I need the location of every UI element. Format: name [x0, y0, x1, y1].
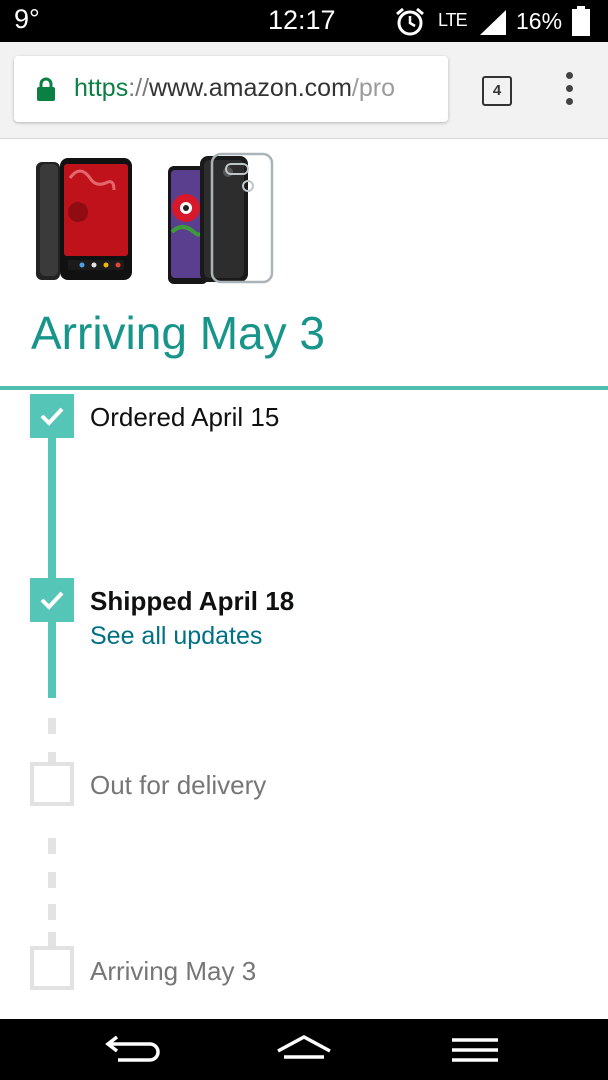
browser-toolbar: https://www.amazon.com/pro 4	[0, 42, 608, 139]
progress-track-complete	[48, 430, 56, 698]
alarm-icon	[396, 7, 424, 36]
signal-icon	[480, 10, 506, 35]
step-arriving-label: Arriving May 3	[90, 956, 257, 986]
recents-menu-icon[interactable]	[450, 1037, 500, 1063]
temperature: 9°	[14, 4, 40, 34]
tab-switcher-button[interactable]: 4	[482, 76, 512, 106]
step-out-for-delivery-label: Out for delivery	[90, 770, 267, 800]
battery-percent: 16%	[516, 8, 563, 34]
menu-dot-icon	[566, 98, 573, 105]
home-icon[interactable]	[274, 1033, 334, 1067]
progress-divider	[0, 386, 608, 390]
network-type: LTE	[438, 10, 468, 30]
arrival-heading: Arriving May 3	[31, 307, 325, 359]
checkmark-icon	[40, 591, 64, 610]
step-ordered-checkbox	[30, 394, 74, 438]
see-all-updates-link[interactable]: See all updates	[90, 622, 262, 651]
overflow-menu-button[interactable]	[560, 72, 578, 108]
step-shipped-label: Shipped April 18	[90, 586, 295, 616]
progress-track-dash	[48, 838, 56, 854]
battery-icon	[572, 6, 590, 36]
product-image-case[interactable]	[166, 152, 276, 286]
back-icon[interactable]	[104, 1035, 162, 1065]
lock-icon	[37, 77, 55, 101]
address-bar[interactable]: https://www.amazon.com/pro	[14, 56, 448, 122]
menu-dot-icon	[566, 72, 573, 79]
menu-dot-icon	[566, 85, 573, 92]
url-host: www.amazon.com	[149, 74, 352, 102]
progress-track-dash	[48, 932, 56, 946]
step-ordered-label: Ordered April 15	[90, 402, 280, 432]
progress-track-dash	[48, 872, 56, 888]
url-separator: ://	[128, 74, 150, 102]
step-shipped-checkbox	[30, 578, 74, 622]
system-nav-bar	[0, 1019, 608, 1080]
url-scheme: https	[74, 74, 129, 102]
product-image-phone[interactable]	[34, 152, 134, 282]
progress-track-dash	[48, 718, 56, 734]
checkmark-icon	[40, 407, 64, 426]
step-arriving-checkbox	[30, 946, 74, 990]
url-text: https://www.amazon.com/pro	[74, 74, 395, 103]
url-path: /pro	[351, 74, 395, 102]
status-bar: 9° 12:17 LTE 16%	[0, 0, 608, 42]
clock: 12:17	[268, 5, 336, 35]
step-out-for-delivery-checkbox	[30, 762, 74, 806]
progress-track-dash	[48, 904, 56, 920]
